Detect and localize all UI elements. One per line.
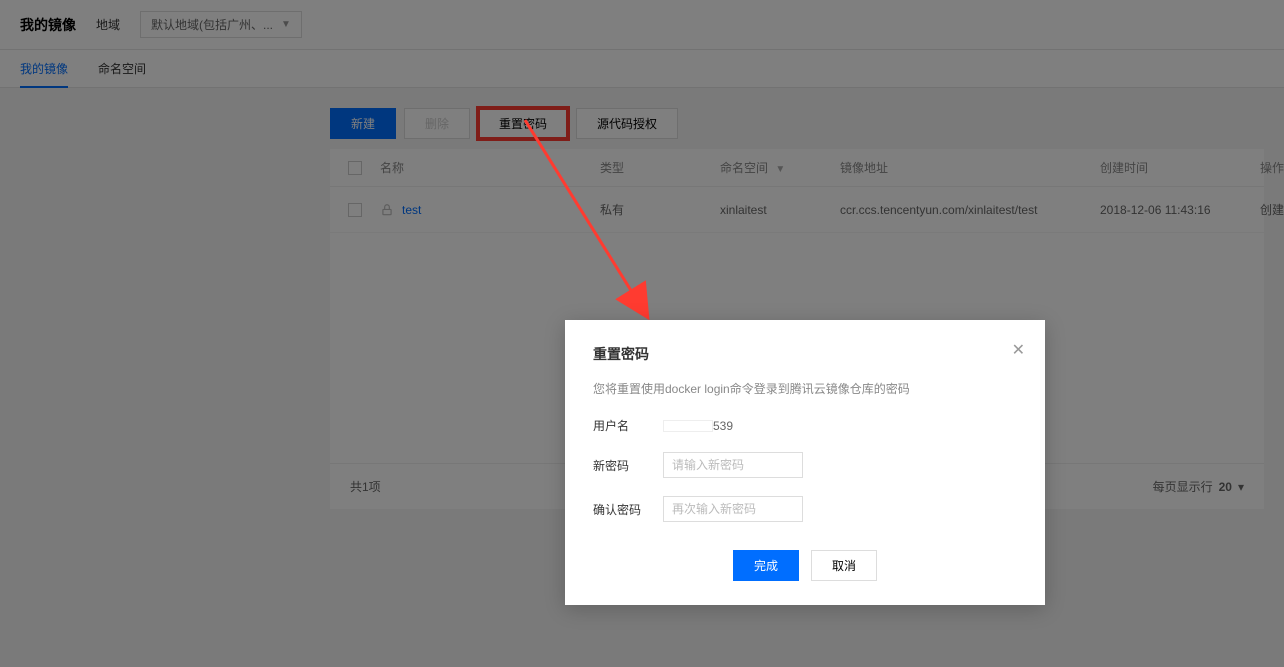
password-label: 新密码 (593, 457, 663, 474)
confirm-password-input[interactable] (663, 496, 803, 522)
form-row-username: 用户名 539 (593, 417, 1017, 434)
modal-actions: 完成 取消 (593, 550, 1017, 581)
cancel-button[interactable]: 取消 (811, 550, 877, 581)
form-row-confirm: 确认密码 (593, 496, 1017, 522)
modal-description: 您将重置使用docker login命令登录到腾讯云镜像仓库的密码 (593, 380, 1017, 397)
new-password-input[interactable] (663, 452, 803, 478)
username-value: 539 (663, 419, 733, 433)
modal-title: 重置密码 (593, 344, 1017, 364)
reset-password-modal: ✕ 重置密码 您将重置使用docker login命令登录到腾讯云镜像仓库的密码… (565, 320, 1045, 605)
close-icon[interactable]: ✕ (1012, 340, 1025, 360)
username-label: 用户名 (593, 417, 663, 434)
redacted-block (663, 420, 713, 432)
confirm-label: 确认密码 (593, 501, 663, 518)
confirm-button[interactable]: 完成 (733, 550, 799, 581)
form-row-password: 新密码 (593, 452, 1017, 478)
